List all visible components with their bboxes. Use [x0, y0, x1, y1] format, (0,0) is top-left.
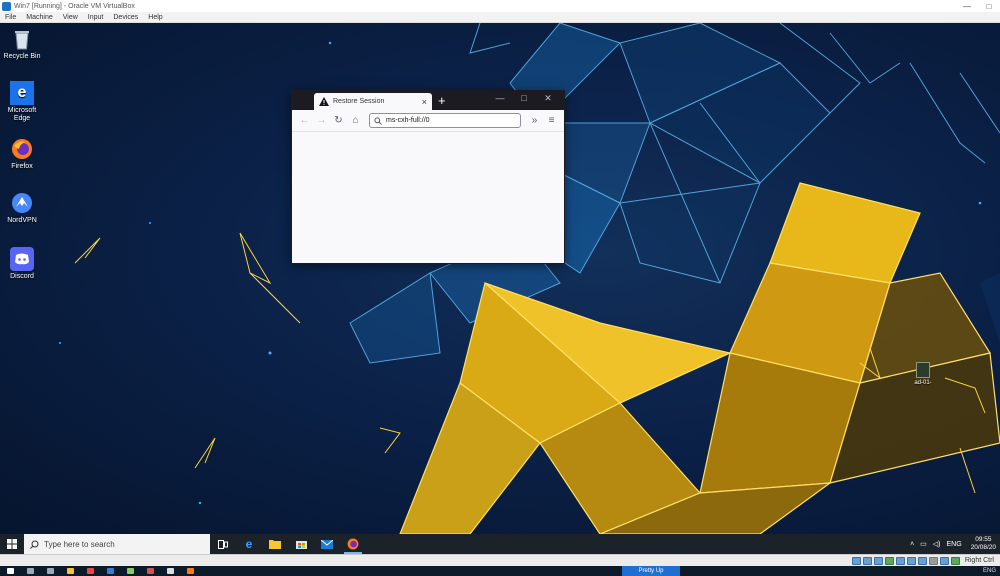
- edge-icon: e: [10, 81, 34, 105]
- page-content: [292, 132, 564, 263]
- host-notification-button[interactable]: Pretty Up: [622, 566, 680, 576]
- file-icon: [916, 362, 930, 378]
- back-icon[interactable]: ←: [296, 115, 313, 126]
- volume-icon[interactable]: ◁): [930, 540, 944, 548]
- host-firefox-icon[interactable]: [180, 566, 200, 576]
- desktop-file[interactable]: ad-01-: [908, 362, 938, 386]
- taskbar-search[interactable]: Type here to search: [24, 534, 210, 554]
- host-taskview-icon[interactable]: [40, 566, 60, 576]
- recording-icon[interactable]: [928, 556, 938, 565]
- desktop-icon-label: Recycle Bin: [3, 53, 41, 60]
- search-icon: [30, 540, 39, 549]
- desktop-icon-label: Discord: [10, 273, 34, 280]
- desktop-icon-nordvpn[interactable]: NordVPN: [0, 191, 44, 225]
- url-text: ms-cxh-full://0: [386, 117, 430, 124]
- chevron-up-icon[interactable]: ˄: [907, 541, 917, 548]
- search-icon: [374, 116, 382, 125]
- home-icon[interactable]: ⌂: [347, 115, 364, 126]
- search-placeholder: Type here to search: [44, 539, 115, 549]
- desktop-icon-firefox[interactable]: Firefox: [0, 137, 44, 171]
- windows-logo-icon: [7, 539, 17, 549]
- clock-time: 09:55: [975, 536, 992, 543]
- task-view-icon[interactable]: [210, 534, 236, 554]
- desktop-icon-label: NordVPN: [7, 217, 37, 224]
- tab-title: Restore Session: [333, 98, 385, 105]
- mail-icon[interactable]: [314, 534, 340, 554]
- minimize-icon[interactable]: —: [488, 93, 512, 104]
- host-taskbar: Pretty Up ENG: [0, 566, 1000, 576]
- virtualbox-statusbar: Right Ctrl: [0, 554, 1000, 566]
- display-icon[interactable]: [917, 556, 927, 565]
- clock[interactable]: 09:55 20/08/20: [965, 536, 1000, 552]
- guest-desktop[interactable]: Recycle Bin e Microsoft Edge Firefox Nor…: [0, 23, 1000, 534]
- host-app-icon[interactable]: [140, 566, 160, 576]
- audio-icon[interactable]: [873, 556, 883, 565]
- firefox-tabbar: Restore Session × + — □ ✕: [292, 91, 564, 110]
- firefox-navbar: ← → ↻ ⌂ ms-cxh-full://0 » ≡: [292, 110, 564, 132]
- edge-icon[interactable]: e: [236, 534, 262, 554]
- maximize-icon[interactable]: □: [512, 93, 536, 104]
- firefox-icon: [10, 137, 34, 161]
- desktop-icon-recycle-bin[interactable]: Recycle Bin: [0, 27, 44, 61]
- network-icon[interactable]: ▭: [917, 540, 930, 548]
- desktop-icon-discord[interactable]: Discord: [0, 247, 44, 281]
- firefox-window[interactable]: Restore Session × + — □ ✕ ← → ↻ ⌂ ms-cxh…: [291, 90, 565, 264]
- reload-icon[interactable]: ↻: [330, 115, 347, 126]
- discord-icon: [10, 247, 34, 271]
- virtualbox-titlebar: Win7 [Running] - Oracle VM VirtualBox — …: [0, 0, 1000, 12]
- desktop-icon-label: Firefox: [11, 163, 33, 170]
- warning-icon: [319, 97, 329, 106]
- window-title: Win7 [Running] - Oracle VM VirtualBox: [14, 2, 135, 10]
- usb-icon[interactable]: [895, 556, 905, 565]
- host-language-indicator[interactable]: ENG: [983, 568, 996, 574]
- mouse-integration-icon[interactable]: [950, 556, 960, 565]
- menu-help[interactable]: Help: [143, 14, 167, 21]
- clock-date: 20/08/20: [970, 544, 996, 551]
- host-app-icon[interactable]: [120, 566, 140, 576]
- host-chrome-icon[interactable]: [80, 566, 100, 576]
- shared-folder-icon[interactable]: [906, 556, 916, 565]
- host-app-icon[interactable]: [160, 566, 180, 576]
- maximize-button[interactable]: □: [978, 2, 1000, 11]
- menu-file[interactable]: File: [0, 14, 21, 21]
- store-icon[interactable]: [288, 534, 314, 554]
- forward-icon[interactable]: →: [313, 115, 330, 126]
- menu-input[interactable]: Input: [83, 14, 109, 21]
- close-icon[interactable]: ✕: [536, 93, 560, 104]
- overflow-menu-icon[interactable]: »: [526, 115, 543, 126]
- start-button[interactable]: [0, 534, 24, 554]
- hamburger-menu-icon[interactable]: ≡: [543, 115, 560, 126]
- network-adapter-icon[interactable]: [884, 556, 894, 565]
- firefox-window-controls: — □ ✕: [488, 93, 560, 104]
- optical-drive-icon[interactable]: [862, 556, 872, 565]
- close-tab-icon[interactable]: ×: [422, 97, 427, 107]
- host-tray: ENG: [983, 568, 1000, 574]
- recycle-bin-icon: [10, 27, 34, 51]
- host-start-icon[interactable]: [0, 566, 20, 576]
- url-bar[interactable]: ms-cxh-full://0: [369, 113, 521, 128]
- windows-taskbar: Type here to search e ˄ ▭ ◁) ENG 09:55 2…: [0, 534, 1000, 554]
- hard-disk-icon[interactable]: [851, 556, 861, 565]
- new-tab-button[interactable]: +: [438, 93, 446, 110]
- cpu-icon[interactable]: [939, 556, 949, 565]
- desktop-icon-edge[interactable]: e Microsoft Edge: [0, 81, 44, 123]
- firefox-icon[interactable]: [340, 534, 366, 554]
- host-key-label: Right Ctrl: [964, 557, 994, 564]
- menu-devices[interactable]: Devices: [108, 14, 143, 21]
- virtualbox-menubar: File Machine View Input Devices Help: [0, 12, 1000, 23]
- virtualbox-icon: [2, 1, 11, 11]
- menu-view[interactable]: View: [58, 14, 83, 21]
- desktop-file-label: ad-01-: [914, 380, 932, 386]
- host-virtualbox-icon[interactable]: [100, 566, 120, 576]
- menu-machine[interactable]: Machine: [21, 14, 57, 21]
- file-explorer-icon[interactable]: [262, 534, 288, 554]
- system-tray: ˄ ▭ ◁) ENG 09:55 20/08/20: [907, 534, 1000, 554]
- language-indicator[interactable]: ENG: [944, 541, 965, 548]
- tab-restore-session[interactable]: Restore Session ×: [314, 93, 432, 110]
- nordvpn-icon: [10, 191, 34, 215]
- minimize-button[interactable]: —: [956, 2, 978, 11]
- host-explorer-icon[interactable]: [60, 566, 80, 576]
- desktop-icon-label: Microsoft Edge: [7, 107, 37, 122]
- host-search-icon[interactable]: [20, 566, 40, 576]
